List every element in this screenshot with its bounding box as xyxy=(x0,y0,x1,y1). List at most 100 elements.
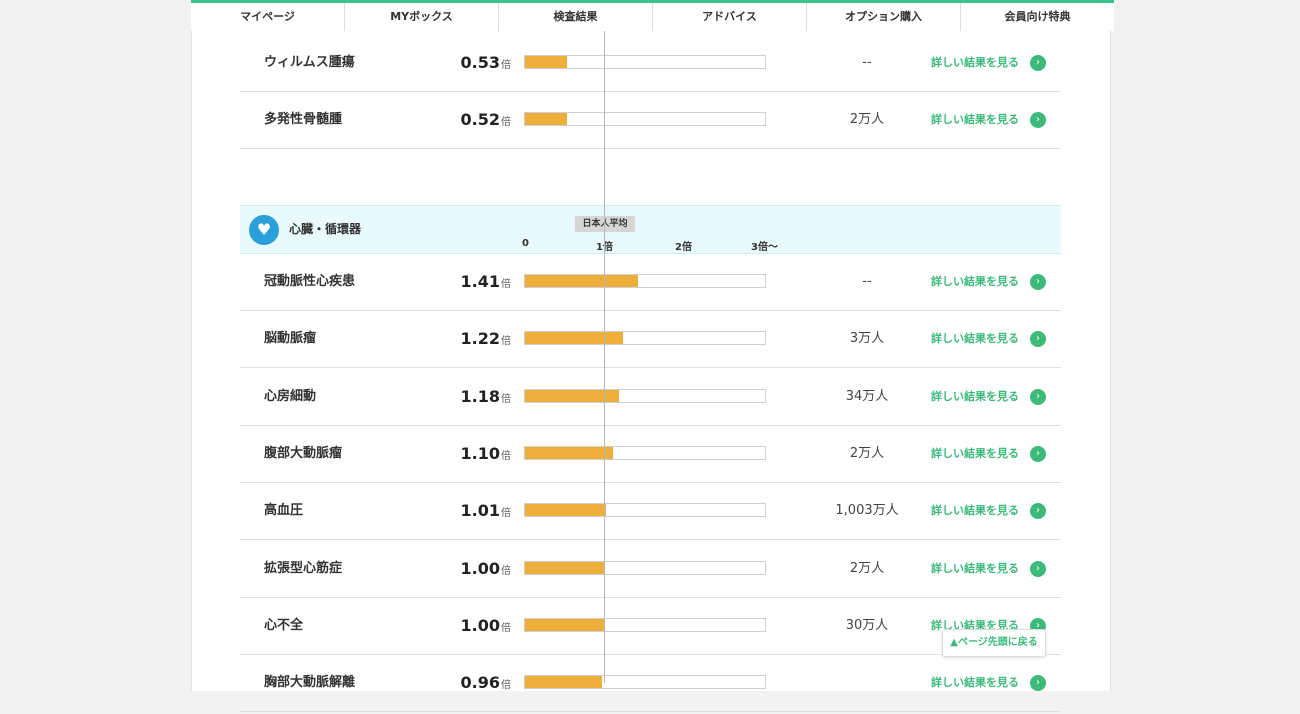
nav-advice[interactable]: アドバイス xyxy=(653,3,807,31)
detail-link[interactable]: 詳しい結果を見る xyxy=(931,541,1019,597)
risk-bar xyxy=(524,331,766,346)
disease-row: 胸部大動脈解離 0.96倍 詳しい結果を見る › xyxy=(240,655,1061,714)
detail-link[interactable]: 詳しい結果を見る xyxy=(931,92,1019,148)
risk-ratio-value: 0.52 xyxy=(460,110,500,130)
chevron-right-icon[interactable]: › xyxy=(1030,503,1046,520)
risk-bar-fill xyxy=(525,676,602,689)
detail-link[interactable]: 詳しい結果を見る xyxy=(931,426,1019,482)
disease-name: 腹部大動脈瘤 xyxy=(264,445,343,461)
risk-bar xyxy=(524,274,766,288)
chevron-right-icon[interactable]: › xyxy=(1030,445,1046,462)
risk-bar xyxy=(524,445,766,460)
chevron-right-icon[interactable]: › xyxy=(1030,112,1046,129)
risk-bar-fill xyxy=(525,275,638,287)
risk-ratio: 1.10倍 xyxy=(461,426,511,485)
detail-link[interactable]: 詳しい結果を見る xyxy=(931,655,1019,711)
disease-row: 冠動脈性心疾患 1.41倍 -- 詳しい結果を見る › xyxy=(240,254,1061,311)
patient-count: -- xyxy=(862,274,872,289)
risk-ratio-value: 1.22 xyxy=(460,329,500,349)
patient-count: 34万人 xyxy=(845,388,889,404)
risk-ratio-value: 1.00 xyxy=(460,558,500,578)
risk-ratio: 1.18倍 xyxy=(461,369,511,428)
chevron-right-icon[interactable]: › xyxy=(1030,675,1046,692)
chevron-right-icon[interactable]: › xyxy=(1030,331,1046,348)
risk-ratio: 1.22倍 xyxy=(461,311,511,370)
risk-bar-fill xyxy=(525,332,623,345)
risk-ratio-value: 1.18 xyxy=(460,386,500,406)
risk-bar-fill xyxy=(525,389,620,402)
detail-link[interactable]: 詳しい結果を見る xyxy=(931,369,1019,425)
detail-link[interactable]: 詳しい結果を見る xyxy=(931,35,1019,91)
risk-bar-fill xyxy=(525,504,606,517)
nav-results[interactable]: 検査結果 xyxy=(499,3,653,31)
japanese-average-label: 日本人平均 xyxy=(575,216,635,232)
nav-member-benefits[interactable]: 会員向け特典 xyxy=(961,3,1114,31)
risk-ratio: 1.00倍 xyxy=(461,541,511,600)
risk-bar-fill xyxy=(525,56,568,68)
risk-ratio-unit: 倍 xyxy=(501,60,511,71)
risk-bar xyxy=(524,617,766,632)
nav-option-purchase[interactable]: オプション購入 xyxy=(807,3,961,31)
disease-name: 拡張型心筋症 xyxy=(264,560,343,576)
risk-bar-fill xyxy=(525,618,605,631)
risk-ratio-unit: 倍 xyxy=(501,336,511,348)
disease-name: 脳動脈瘤 xyxy=(264,331,317,347)
disease-name: 心房細動 xyxy=(264,388,317,404)
category-header-cardiovascular: ♥ 心臓・循環器 日本人平均 0 1倍 2倍 3倍〜 xyxy=(240,205,1061,254)
chevron-right-icon[interactable]: › xyxy=(1030,388,1046,405)
risk-ratio: 1.41倍 xyxy=(461,254,511,313)
risk-ratio-value: 1.10 xyxy=(460,443,500,463)
disease-row: 拡張型心筋症 1.00倍 2万人 詳しい結果を見る › xyxy=(240,541,1061,598)
patient-count: 2万人 xyxy=(849,112,885,128)
risk-ratio: 0.96倍 xyxy=(461,655,511,714)
scale-label-0: 0 xyxy=(522,238,529,249)
risk-ratio-unit: 倍 xyxy=(501,279,511,290)
chevron-right-icon[interactable]: › xyxy=(1030,55,1046,71)
patient-count: -- xyxy=(862,55,872,70)
disease-name: 高血圧 xyxy=(264,503,304,519)
disease-name: ウィルムス腫瘍 xyxy=(264,55,355,70)
risk-ratio-unit: 倍 xyxy=(501,117,511,129)
scale-label-2x: 2倍 xyxy=(675,242,692,253)
disease-row: 脳動脈瘤 1.22倍 3万人 詳しい結果を見る › xyxy=(240,311,1061,370)
disease-name: 心不全 xyxy=(264,617,304,633)
risk-bar xyxy=(524,675,766,690)
risk-ratio-value: 0.53 xyxy=(460,53,500,72)
risk-ratio: 0.52倍 xyxy=(461,92,511,151)
disease-row: 多発性骨髄腫 0.52倍 2万人 詳しい結果を見る › xyxy=(240,92,1061,151)
risk-bar-fill xyxy=(525,113,567,126)
disease-name: 胸部大動脈解離 xyxy=(264,675,356,691)
patient-count: 2万人 xyxy=(849,445,885,461)
disease-name: 多発性骨髄腫 xyxy=(264,112,343,128)
risk-ratio-unit: 倍 xyxy=(501,450,511,462)
risk-ratio: 1.01倍 xyxy=(461,483,511,542)
risk-bar xyxy=(524,560,766,575)
risk-ratio-unit: 倍 xyxy=(501,508,511,520)
risk-ratio-unit: 倍 xyxy=(501,393,511,405)
category-title: 心臓・循環器 xyxy=(289,222,362,236)
risk-bar-fill xyxy=(525,561,605,574)
chevron-right-icon[interactable]: › xyxy=(1030,274,1046,290)
disease-row: 心不全 1.00倍 30万人 詳しい結果を見る › xyxy=(240,598,1061,655)
nav-mypage[interactable]: マイページ xyxy=(191,3,345,31)
risk-ratio-value: 1.00 xyxy=(460,615,500,635)
top-navigation: マイページ MYボックス 検査結果 アドバイス オプション購入 会員向け特典 xyxy=(191,0,1114,31)
disease-row: 腹部大動脈瘤 1.10倍 2万人 詳しい結果を見る › xyxy=(240,426,1061,483)
detail-link[interactable]: 詳しい結果を見る xyxy=(931,483,1019,539)
risk-ratio-unit: 倍 xyxy=(501,565,511,577)
disease-row: 高血圧 1.01倍 1,003万人 詳しい結果を見る › xyxy=(240,483,1061,542)
risk-ratio-unit: 倍 xyxy=(501,622,511,634)
back-to-top-button[interactable]: ▲ページ先頭に戻る xyxy=(942,629,1046,657)
chevron-right-icon[interactable]: › xyxy=(1030,560,1046,577)
disease-name: 冠動脈性心疾患 xyxy=(264,274,356,289)
detail-link[interactable]: 詳しい結果を見る xyxy=(931,311,1019,367)
risk-bar xyxy=(524,388,766,403)
detail-link[interactable]: 詳しい結果を見る xyxy=(931,254,1019,310)
risk-ratio: 0.53倍 xyxy=(461,35,511,94)
risk-ratio-value: 1.01 xyxy=(460,501,500,521)
average-marker-line xyxy=(604,31,605,683)
disease-row: 心房細動 1.18倍 34万人 詳しい結果を見る › xyxy=(240,369,1061,426)
nav-mybox[interactable]: MYボックス xyxy=(345,3,499,31)
scale-label-3x: 3倍〜 xyxy=(751,242,778,253)
risk-ratio-unit: 倍 xyxy=(501,680,511,692)
